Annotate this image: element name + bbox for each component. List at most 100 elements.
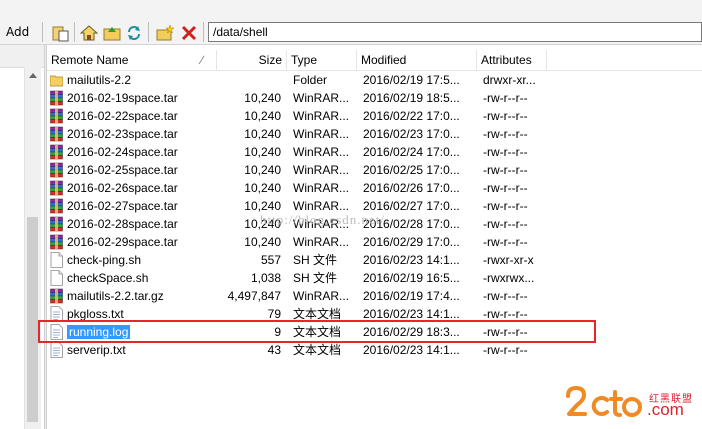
- file-row[interactable]: check-ping.sh 557 SH 文件 2016/02/23 14:1... -…: [47, 251, 702, 269]
- file-attributes: -rw-r--r--: [483, 217, 528, 231]
- file-name: 2016-02-24space.tar: [67, 145, 178, 159]
- winrar-archive-icon: [50, 198, 63, 214]
- file-attributes: -rw-r--r--: [483, 127, 528, 141]
- file-name: 2016-02-19space.tar: [67, 91, 178, 105]
- winrar-archive-icon: [50, 126, 63, 142]
- file-modified: 2016/02/24 17:0...: [363, 145, 460, 159]
- file-attributes: -rw-r--r--: [483, 109, 528, 123]
- file-name: 2016-02-23space.tar: [67, 127, 178, 141]
- file-attributes: -rwxrwx...: [483, 271, 535, 285]
- file-modified: 2016/02/19 17:4...: [363, 289, 460, 303]
- file-name: 2016-02-22space.tar: [67, 109, 178, 123]
- file-attributes: drwxr-xr...: [483, 73, 536, 87]
- file-row[interactable]: mailutils-2.2.tar.gz 4,497,847 WinRAR... 20…: [47, 287, 702, 305]
- file-size: 10,240: [244, 181, 281, 195]
- file-type: WinRAR...: [293, 289, 350, 303]
- refresh-icon[interactable]: [125, 24, 143, 42]
- file-row[interactable]: 2016-02-29space.tar 10,240 WinRAR... 2016/0…: [47, 233, 702, 251]
- file-row[interactable]: 2016-02-19space.tar 10,240 WinRAR... 2016/0…: [47, 89, 702, 107]
- file-attributes: -rw-r--r--: [483, 91, 528, 105]
- file-modified: 2016/02/19 18:5...: [363, 91, 460, 105]
- file-name: check-ping.sh: [67, 253, 142, 267]
- winrar-archive-icon: [50, 288, 63, 304]
- folder-icon: [50, 75, 63, 87]
- local-pane-header: [0, 45, 44, 68]
- column-header-type[interactable]: Type: [287, 50, 357, 70]
- column-header-size[interactable]: Size: [217, 50, 287, 70]
- file-size: 10,240: [244, 163, 281, 177]
- toolbar: Add /data/shell: [0, 0, 702, 45]
- file-type: WinRAR...: [293, 145, 350, 159]
- file-attributes: -rw-r--r--: [483, 343, 528, 357]
- add-button[interactable]: Add: [6, 24, 29, 40]
- toolbar-separator: [42, 22, 43, 42]
- paste-icon[interactable]: [52, 24, 70, 42]
- file-type: WinRAR...: [293, 181, 350, 195]
- winrar-archive-icon: [50, 216, 63, 232]
- file-name: checkSpace.sh: [67, 271, 149, 285]
- file-row[interactable]: 2016-02-24space.tar 10,240 WinRAR... 2016/0…: [47, 143, 702, 161]
- file-name: 2016-02-27space.tar: [67, 199, 178, 213]
- file-modified: 2016/02/23 17:0...: [363, 127, 460, 141]
- file-row[interactable]: 2016-02-25space.tar 10,240 WinRAR... 2016/0…: [47, 161, 702, 179]
- file-size: 10,240: [244, 235, 281, 249]
- scroll-up-arrow-icon[interactable]: [29, 73, 37, 78]
- file-attributes: -rw-r--r--: [483, 163, 528, 177]
- file-type: WinRAR...: [293, 235, 350, 249]
- file-row[interactable]: 2016-02-26space.tar 10,240 WinRAR... 2016/0…: [47, 179, 702, 197]
- path-input[interactable]: /data/shell: [208, 22, 702, 42]
- local-pane-scrollbar[interactable]: [24, 67, 41, 429]
- new-folder-icon[interactable]: [156, 24, 174, 42]
- file-row[interactable]: serverip.txt 43 文本文档 2016/02/23 14:1... -rw-…: [47, 341, 702, 359]
- file-row[interactable]: 2016-02-23space.tar 10,240 WinRAR... 2016/0…: [47, 125, 702, 143]
- column-header-name[interactable]: Remote Name ∕: [47, 50, 217, 70]
- file-name: 2016-02-26space.tar: [67, 181, 178, 195]
- file-size: 1,038: [250, 271, 281, 285]
- file-type: 文本文档: [293, 343, 342, 357]
- file-attributes: -rw-r--r--: [483, 199, 528, 213]
- file-size: 10,240: [244, 91, 281, 105]
- file-modified: 2016/02/19 17:5...: [363, 73, 460, 87]
- file-modified: 2016/02/22 17:0...: [363, 109, 460, 123]
- column-header-modified[interactable]: Modified: [357, 50, 477, 70]
- file-size: [217, 71, 281, 89]
- file-row[interactable]: 2016-02-22space.tar 10,240 WinRAR... 2016/0…: [47, 107, 702, 125]
- home-icon[interactable]: [80, 24, 98, 42]
- file-name: mailutils-2.2: [67, 73, 132, 87]
- file-type: WinRAR...: [293, 163, 350, 177]
- file-modified: 2016/02/19 16:5...: [363, 271, 460, 285]
- winrar-archive-icon: [50, 108, 63, 124]
- file-type: WinRAR...: [293, 127, 350, 141]
- file-row[interactable]: checkSpace.sh 1,038 SH 文件 2016/02/19 16:5..…: [47, 269, 702, 287]
- winrar-archive-icon: [50, 180, 63, 196]
- sort-indicator-icon: ∕: [201, 53, 204, 67]
- file-name: 2016-02-28space.tar: [67, 217, 178, 231]
- site-logo: 红黑联盟 .com: [565, 384, 700, 424]
- file-size: 10,240: [244, 127, 281, 141]
- file-list-header: Remote Name ∕ Size Type Modified Attribu…: [47, 50, 702, 71]
- file-modified: 2016/02/23 14:1...: [363, 343, 460, 357]
- text-file-icon: [50, 342, 63, 358]
- winrar-archive-icon: [50, 162, 63, 178]
- file-name: mailutils-2.2.tar.gz: [67, 289, 164, 303]
- file-modified: 2016/02/23 14:1...: [363, 253, 460, 267]
- file-attributes: -rw-r--r--: [483, 181, 528, 195]
- file-name: 2016-02-25space.tar: [67, 163, 178, 177]
- file-type: SH 文件: [293, 271, 338, 285]
- file-size: 10,240: [244, 145, 281, 159]
- sh-file-icon: [50, 270, 63, 286]
- file-modified: 2016/02/29 17:0...: [363, 235, 460, 249]
- toolbar-separator: [148, 22, 149, 42]
- local-pane: [0, 45, 44, 429]
- delete-icon[interactable]: [180, 24, 198, 42]
- parent-folder-icon[interactable]: [103, 24, 121, 42]
- column-header-attributes[interactable]: Attributes: [477, 50, 547, 70]
- file-row[interactable]: mailutils-2.2 Folder 2016/02/19 17:5... drw…: [47, 71, 702, 89]
- toolbar-separator: [203, 22, 204, 42]
- file-size: 10,240: [244, 109, 281, 123]
- scrollbar-thumb[interactable]: [27, 217, 38, 422]
- file-attributes: -rwxr-xr-x: [483, 253, 534, 267]
- file-modified: 2016/02/25 17:0...: [363, 163, 460, 177]
- file-size: 557: [260, 253, 281, 267]
- watermark: http://blog.csdn.net/: [260, 212, 385, 227]
